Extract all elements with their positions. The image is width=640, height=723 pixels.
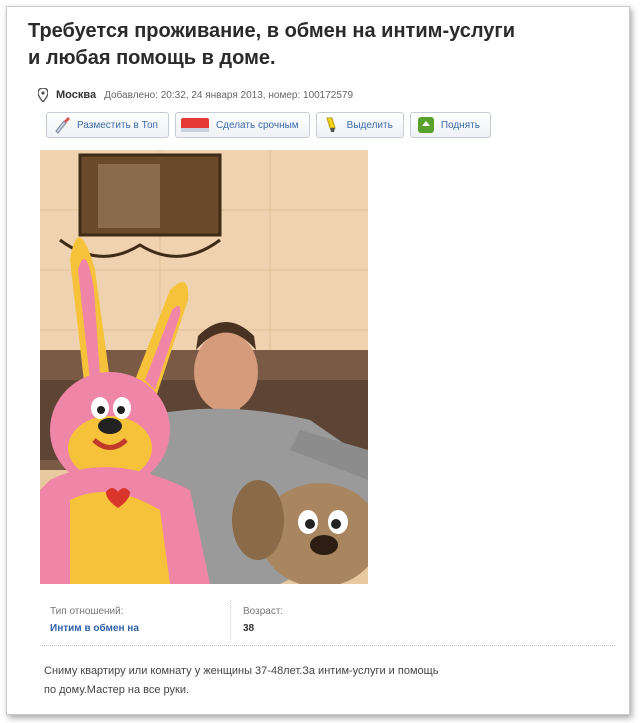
age-value: 38 [243,623,255,634]
added-info: Добавлено: 20:32, 24 января 2013, номер:… [104,89,354,101]
relation-value[interactable]: Интим в обмен на [50,623,139,634]
listing-meta: Москва Добавлено: 20:32, 24 января 2013,… [38,86,353,104]
highlight-label: Выделить [346,119,393,131]
place-top-button[interactable]: Разместить в Топ [46,112,169,138]
make-urgent-button[interactable]: Сделать срочным [174,112,310,138]
action-buttons: Разместить в Топ Сделать срочным Выделит… [46,112,491,138]
relation-type: Тип отношений: Интим в обмен на [50,606,139,634]
highlight-button[interactable]: Выделить [315,112,404,138]
age: Возраст: 38 [243,606,283,634]
city-link[interactable]: Москва [56,89,96,101]
details-divider [230,600,231,642]
urgent-badge-icon [180,118,209,132]
make-urgent-label: Сделать срочным [215,119,299,131]
title-line-2: и любая помощь в доме. [28,47,276,69]
raise-button[interactable]: Поднять [409,112,491,138]
age-label: Возраст: [243,606,284,617]
relation-label: Тип отношений: [50,606,124,617]
description-line-1: Сниму квартиру или комнату у женщины 37-… [44,665,439,677]
place-top-label: Разместить в Топ [77,119,158,131]
title-line-1: Требуется проживание, в обмен на интим-у… [28,20,516,42]
raise-label: Поднять [440,119,480,131]
listing-photo[interactable] [40,150,368,584]
description-line-2: по дому.Мастер на все руки. [44,684,190,696]
location-pin-icon [38,88,48,102]
rocket-icon [55,117,70,134]
raise-up-icon [417,117,434,133]
listing-description: Сниму квартиру или комнату у женщины 37-… [44,662,604,700]
marker-icon [325,117,336,132]
section-divider [40,645,615,646]
listing-title: Требуется проживание, в обмен на интим-у… [28,18,618,72]
